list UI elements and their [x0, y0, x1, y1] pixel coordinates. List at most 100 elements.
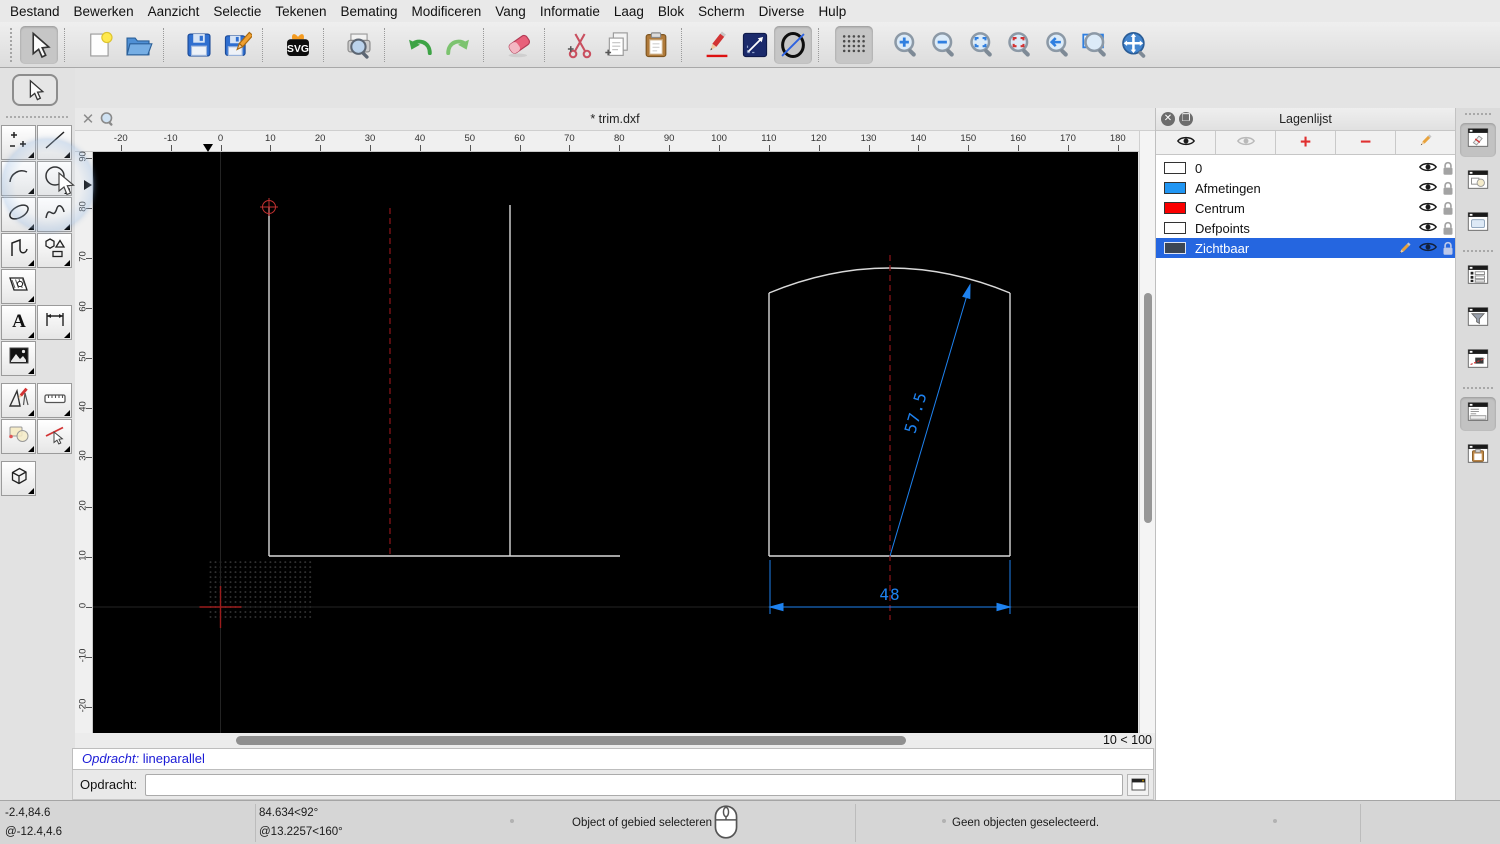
command-input[interactable] — [145, 773, 1123, 796]
pan-icon — [1119, 30, 1149, 60]
new-drawing-button[interactable] — [81, 26, 119, 64]
menu-vang[interactable]: Vang — [495, 4, 539, 19]
dock-layer-list-toggle[interactable] — [1460, 260, 1496, 294]
dock-library-browser-toggle[interactable] — [1460, 207, 1496, 241]
menu-bemating[interactable]: Bemating — [340, 4, 410, 19]
layer-row-zichtbaar[interactable]: Zichtbaar — [1156, 238, 1455, 258]
box3d-tool-button[interactable] — [1, 461, 36, 496]
menu-blok[interactable]: Blok — [658, 4, 697, 19]
modify-icon — [6, 385, 32, 416]
zoom-window-button[interactable] — [1077, 26, 1115, 64]
detach-command-window-button[interactable] — [1127, 773, 1149, 796]
layer-visibility-icon[interactable] — [1418, 201, 1438, 215]
points-tool-button[interactable] — [1, 125, 36, 160]
layer-visibility-icon[interactable] — [1418, 161, 1438, 175]
dock-filter-toggle[interactable] — [1460, 302, 1496, 336]
menu-selectie[interactable]: Selectie — [213, 4, 274, 19]
menu-bestand[interactable]: Bestand — [10, 4, 73, 19]
zoom-previous-button[interactable] — [1039, 26, 1077, 64]
layer-row-0[interactable]: 0 — [1156, 158, 1455, 178]
zoom-selected-button[interactable] — [1001, 26, 1039, 64]
remove-layer-button[interactable]: − — [1336, 131, 1396, 154]
toolbar-drag-handle[interactable] — [10, 27, 16, 62]
select-tool-button[interactable] — [20, 25, 58, 64]
menu-informatie[interactable]: Informatie — [540, 4, 613, 19]
ellipse-tool-button[interactable] — [1, 197, 36, 232]
draw-order-button[interactable] — [698, 26, 736, 64]
circle-tool-button[interactable] — [37, 161, 72, 196]
zoom-out-button[interactable] — [925, 26, 963, 64]
menu-tekenen[interactable]: Tekenen — [275, 4, 339, 19]
add-layer-button[interactable]: + — [1276, 131, 1336, 154]
panel-close-icon[interactable]: ✕ — [1161, 112, 1175, 126]
dock-block-list-toggle[interactable] — [1460, 165, 1496, 199]
svg-export-button[interactable]: SVG — [279, 26, 317, 64]
layer-visibility-icon[interactable] — [1418, 241, 1438, 255]
ruler-label: 80 — [614, 133, 625, 144]
ruler-tick — [1018, 145, 1020, 151]
menu-bewerken[interactable]: Bewerken — [74, 4, 147, 19]
horizontal-scrollbar-track[interactable] — [93, 735, 1093, 746]
paste-button[interactable] — [637, 26, 675, 64]
delete-button[interactable] — [500, 26, 538, 64]
select-entities-tool-button[interactable] — [1, 419, 36, 454]
panel-float-icon[interactable]: ❐ — [1179, 112, 1193, 126]
redo-button[interactable] — [439, 26, 477, 64]
show-all-layers-button[interactable] — [1156, 131, 1216, 154]
print-preview-button[interactable] — [340, 26, 378, 64]
dock-command-window-toggle[interactable] — [1460, 397, 1496, 431]
explode-tool-button[interactable] — [37, 419, 72, 454]
copy-button[interactable] — [599, 26, 637, 64]
image-tool-button[interactable] — [1, 341, 36, 376]
layer-edit-pencil-icon[interactable] — [1397, 241, 1415, 255]
ruler-tick — [968, 145, 970, 151]
layer-row-afmetingen[interactable]: Afmetingen — [1156, 178, 1455, 198]
line-tool-button[interactable] — [736, 26, 774, 64]
measure-tool-button[interactable] — [37, 383, 72, 418]
menu-aanzicht[interactable]: Aanzicht — [148, 4, 213, 19]
arc-tool-button[interactable] — [1, 161, 36, 196]
vertical-scrollbar-thumb[interactable] — [1144, 293, 1152, 523]
drawing-canvas[interactable]: 57.5 48 — [93, 152, 1138, 733]
dock-drag-handle[interactable] — [1465, 113, 1491, 115]
line-tool-button[interactable] — [37, 125, 72, 160]
zoom-auto-button[interactable] — [963, 26, 1001, 64]
draw-pencil-icon — [702, 30, 732, 60]
svg-text:A: A — [12, 311, 26, 332]
layer-row-defpoints[interactable]: Defpoints — [1156, 218, 1455, 238]
layer-visibility-icon[interactable] — [1418, 221, 1438, 235]
layer-visibility-icon[interactable] — [1418, 181, 1438, 195]
horizontal-ruler: -20 -10 0 10 20 30 40 50 60 70 80 90 100 110 120 130 140… — [75, 131, 1139, 152]
ruler-tick — [519, 145, 521, 151]
hatch-tool-button[interactable] — [1, 269, 36, 304]
spline-tool-button[interactable] — [37, 197, 72, 232]
toolbar-separator — [544, 27, 556, 62]
menu-hulp[interactable]: Hulp — [818, 4, 859, 19]
menu-laag[interactable]: Laag — [614, 4, 657, 19]
dock-pen-toolbar-toggle[interactable] — [1460, 123, 1496, 157]
circle-tool-button[interactable] — [774, 25, 812, 64]
edit-layer-button[interactable] — [1396, 131, 1455, 154]
menu-scherm[interactable]: Scherm — [698, 4, 758, 19]
pan-button[interactable] — [1115, 26, 1153, 64]
polygon-tool-button[interactable] — [37, 233, 72, 268]
dock-clipboard-toggle[interactable] — [1460, 439, 1496, 473]
dimension-tool-button[interactable] — [37, 305, 72, 340]
modify-tool-button[interactable] — [1, 383, 36, 418]
grid-toggle-button[interactable] — [835, 25, 873, 64]
horizontal-scrollbar-thumb[interactable] — [236, 736, 906, 745]
select-arrow-button[interactable] — [12, 74, 58, 106]
cut-button[interactable] — [561, 26, 599, 64]
undo-button[interactable] — [401, 26, 439, 64]
zoom-in-button[interactable] — [887, 26, 925, 64]
menu-modificeren[interactable]: Modificeren — [412, 4, 495, 19]
open-drawing-button[interactable] — [119, 26, 157, 64]
save-button[interactable] — [180, 26, 218, 64]
hide-all-layers-button[interactable] — [1216, 131, 1276, 154]
polyline-tool-button[interactable] — [1, 233, 36, 268]
save-as-button[interactable] — [218, 26, 256, 64]
dock-block-toggle[interactable] — [1460, 344, 1496, 378]
text-tool-button[interactable]: A — [1, 305, 36, 340]
menu-diverse[interactable]: Diverse — [759, 4, 818, 19]
layer-row-centrum[interactable]: Centrum — [1156, 198, 1455, 218]
